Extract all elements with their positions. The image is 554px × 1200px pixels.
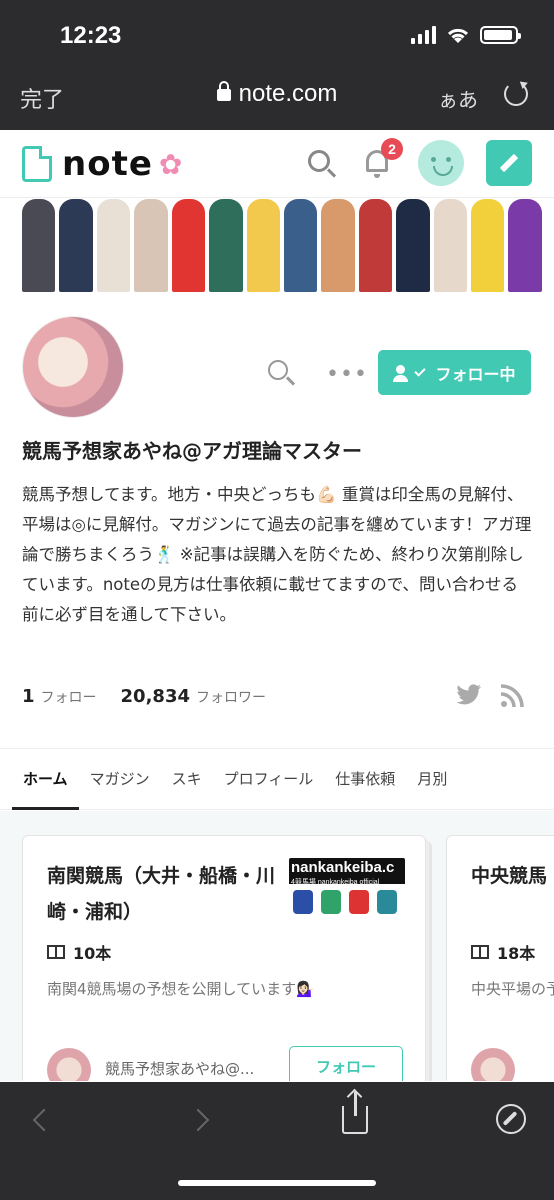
more-options-icon[interactable]: •••	[326, 362, 368, 387]
banner-figure	[171, 199, 206, 292]
thumbnail-subtext: 4競馬場 nankankeiba official	[291, 879, 380, 886]
banner-figure	[283, 199, 318, 292]
back-icon[interactable]	[32, 1108, 56, 1132]
profile-tabs: ホーム マガジン スキ プロフィール 仕事依頼 月別	[0, 748, 554, 810]
magazine-description: 南関4競馬場の予想を公開しています💁🏻‍♀️	[47, 980, 315, 998]
tab-monthly[interactable]: 月別	[406, 748, 458, 810]
magazine-title[interactable]: 南関競馬（大井・船橋・川崎・浦和）	[47, 858, 277, 930]
status-time: 12:23	[60, 22, 122, 49]
tab-home[interactable]: ホーム	[12, 748, 79, 810]
banner-figure	[508, 199, 542, 292]
twitter-icon[interactable]	[455, 684, 483, 706]
tab-work-request[interactable]: 仕事依頼	[324, 748, 406, 810]
magazine-description: 中央平場の予	[471, 980, 554, 998]
author-avatar[interactable]	[471, 1048, 515, 1081]
article-count-value: 10本	[73, 944, 112, 963]
check-icon	[414, 364, 427, 377]
note-logo[interactable]: note ✿	[22, 144, 182, 184]
sakura-icon: ✿	[158, 147, 183, 181]
rss-icon[interactable]	[500, 684, 524, 708]
banner-figure	[433, 199, 468, 292]
followers-count[interactable]: 20,834	[121, 686, 190, 707]
banner-figure	[321, 199, 355, 292]
banner-figure	[209, 199, 243, 292]
profile-name: 競馬予想家あやね@アガ理論マスター	[22, 439, 362, 463]
author-name[interactable]: 競馬予想家あやね@...	[105, 1058, 254, 1079]
following-button[interactable]: フォロー中	[378, 350, 531, 395]
follow-stats: 1 フォロー 20,834 フォロワー	[22, 686, 266, 707]
tab-magazine[interactable]: マガジン	[79, 748, 161, 810]
home-indicator	[178, 1180, 376, 1186]
note-logo-icon	[22, 146, 52, 182]
magazine-thumbnail: nankankeiba.c 4競馬場 nankankeiba official	[289, 858, 405, 922]
profile-bio: 競馬予想してます。地方・中央どっちも💪🏻 重賞は印全馬の見解付、平場は◎に見解付…	[22, 485, 532, 624]
compass-icon[interactable]	[496, 1104, 526, 1134]
banner-figure	[59, 199, 93, 292]
article-count: 18本	[471, 940, 535, 964]
user-icon	[393, 364, 409, 382]
user-avatar[interactable]	[418, 140, 464, 186]
magazine-title[interactable]: 中央競馬	[471, 858, 554, 894]
banner-figure	[358, 199, 393, 292]
browser-top-bar: 12:23 完了 note.com ぁあ	[0, 0, 554, 130]
lock-icon	[216, 81, 231, 101]
forward-icon[interactable]	[186, 1108, 210, 1132]
post-button[interactable]	[486, 140, 532, 186]
banner-figure	[246, 199, 280, 292]
pencil-icon	[499, 153, 519, 173]
article-count: 10本	[47, 940, 111, 964]
reload-icon[interactable]	[504, 82, 528, 106]
following-label[interactable]: フォロー	[41, 687, 97, 707]
following-button-label: フォロー中	[435, 364, 516, 384]
wifi-icon	[447, 28, 469, 43]
header-banner-image	[20, 199, 544, 292]
magazine-card[interactable]: 中央競馬 18本 中央平場の予	[446, 835, 554, 1081]
banner-figure	[396, 199, 430, 292]
url-text: note.com	[238, 80, 338, 107]
magazine-carousel: 南関競馬（大井・船橋・川崎・浦和） nankankeiba.c 4競馬場 nank…	[0, 811, 554, 1081]
battery-icon	[480, 26, 521, 44]
logo-text: note	[62, 144, 153, 184]
status-icons	[411, 26, 521, 44]
following-count[interactable]: 1	[22, 686, 35, 707]
book-icon	[47, 945, 65, 959]
text-size-button[interactable]: ぁあ	[438, 84, 478, 113]
share-icon[interactable]	[342, 1092, 368, 1134]
tab-profile[interactable]: プロフィール	[213, 748, 325, 810]
tab-likes[interactable]: スキ	[161, 748, 213, 810]
profile-avatar[interactable]	[22, 316, 124, 418]
author-avatar[interactable]	[47, 1048, 91, 1081]
search-icon[interactable]	[308, 150, 330, 172]
note-header: note ✿	[0, 130, 554, 198]
magazine-card[interactable]: 南関競馬（大井・船橋・川崎・浦和） nankankeiba.c 4競馬場 nank…	[22, 835, 426, 1081]
followers-label[interactable]: フォロワー	[196, 687, 266, 707]
magazine-follow-button[interactable]: フォロー	[289, 1046, 403, 1081]
banner-figure	[471, 199, 505, 292]
banner-figure	[22, 199, 56, 292]
profile-search-icon[interactable]	[268, 360, 288, 380]
banner-figure	[134, 199, 168, 292]
book-icon	[471, 945, 489, 959]
banner-figure	[96, 199, 131, 292]
screen: 12:23 完了 note.com ぁあ note ✿ 2 ••• フォロー中 …	[0, 0, 554, 1200]
notification-badge: 2	[381, 138, 403, 160]
article-count-value: 18本	[497, 944, 536, 963]
signal-icon	[411, 26, 436, 44]
